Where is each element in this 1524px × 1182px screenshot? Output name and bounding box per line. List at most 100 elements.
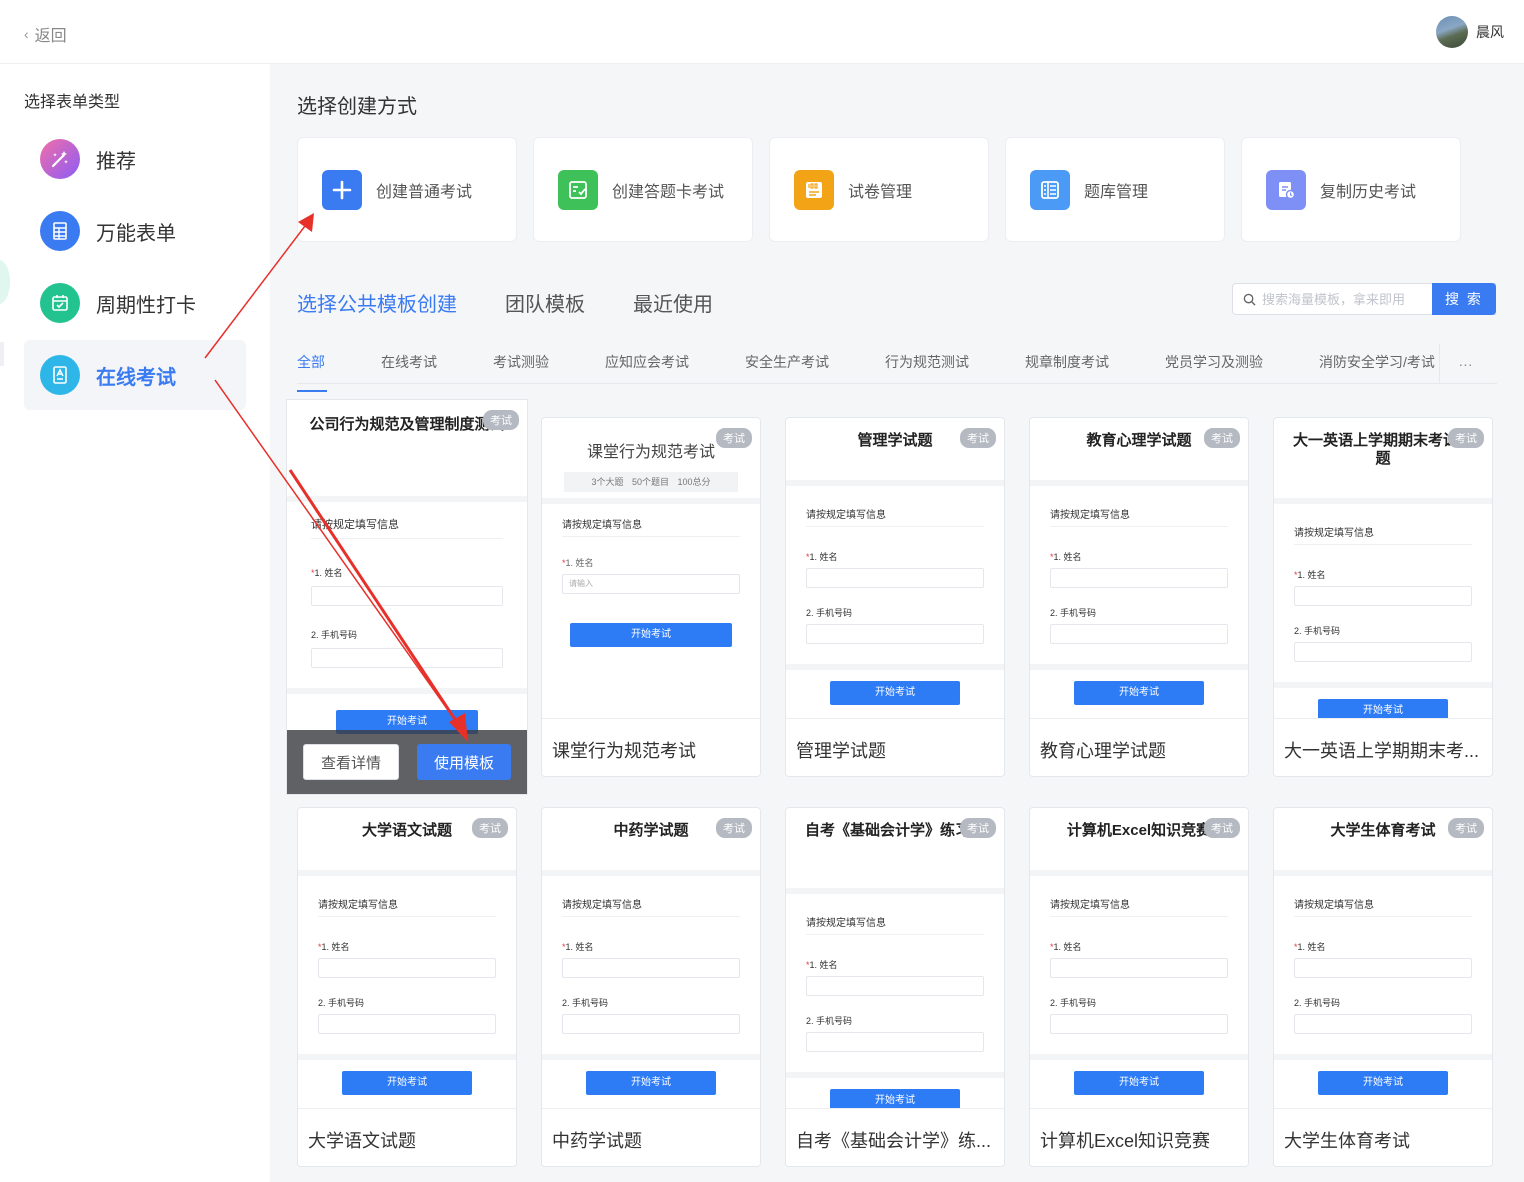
- preview-divider: [542, 498, 760, 504]
- chevron-left-icon: ‹: [24, 26, 29, 42]
- template-card[interactable]: 管理学试题 考试 请按规定填写信息 *1. 姓名 2. 手机号码 开始考试 管理…: [785, 417, 1005, 777]
- preview-field-phone: 2. 手机号码: [311, 630, 358, 640]
- preview-start-button: 开始考试: [342, 1071, 472, 1095]
- create-normal-exam-card[interactable]: 创建普通考试: [297, 137, 517, 242]
- preview-input: [562, 958, 740, 978]
- hover-action-bar: 查看详情 使用模板: [287, 730, 527, 794]
- sidebar-item-universal-form[interactable]: 万能表单: [24, 196, 246, 266]
- back-button[interactable]: ‹ 返回: [24, 22, 67, 46]
- template-preview: 教育心理学试题 考试 请按规定填写信息 *1. 姓名 2. 手机号码 开始考试: [1030, 418, 1248, 718]
- preview-info-title: 请按规定填写信息: [318, 900, 398, 911]
- preview-divider: [1030, 480, 1248, 486]
- preview-input: [1050, 1014, 1228, 1034]
- preview-field-name: *1. 姓名: [562, 556, 594, 569]
- template-card[interactable]: 大一英语上学期期末考试试题 考试 请按规定填写信息 *1. 姓名 2. 手机号码…: [1273, 417, 1493, 777]
- copy-history-exam-card[interactable]: 复制历史考试: [1241, 137, 1461, 242]
- question-bank-card[interactable]: 题库管理: [1005, 137, 1225, 242]
- template-card[interactable]: 课堂行为规范考试 考试 3个大题 50个题目 100总分 请按规定填写信息 *1…: [541, 417, 761, 777]
- template-preview: 计算机Excel知识竞赛 考试 请按规定填写信息 *1. 姓名 2. 手机号码 …: [1030, 808, 1248, 1108]
- use-template-button[interactable]: 使用模板: [417, 744, 512, 780]
- avatar[interactable]: [1436, 16, 1468, 48]
- preview-divider: [1294, 916, 1472, 917]
- template-card[interactable]: 中药学试题 考试 请按规定填写信息 *1. 姓名 2. 手机号码 开始考试 中药…: [541, 807, 761, 1167]
- sidebar-item-label: 推荐: [96, 150, 136, 173]
- preview-info-title: 请按规定填写信息: [562, 520, 642, 531]
- preview-field-name: *1. 姓名: [1294, 568, 1326, 581]
- preview-field-name: *1. 姓名: [806, 958, 838, 971]
- field-label: 1. 姓名: [321, 942, 350, 952]
- preview-divider: [542, 1054, 760, 1060]
- category-behavior-norms[interactable]: 行为规范测试: [885, 352, 969, 372]
- top-bar: ‹ 返回 晨风: [0, 0, 1524, 64]
- template-card[interactable]: 大学生体育考试 考试 请按规定填写信息 *1. 姓名 2. 手机号码 开始考试 …: [1273, 807, 1493, 1167]
- preview-divider: [806, 934, 984, 935]
- category-quiz[interactable]: 考试测验: [493, 352, 549, 372]
- preview-input: [311, 648, 503, 668]
- tab-team-templates[interactable]: 团队模板: [505, 288, 585, 317]
- exam-badge: 考试: [483, 410, 519, 430]
- sidebar-item-periodic-checkin[interactable]: 周期性打卡: [24, 268, 246, 338]
- sidebar-item-online-exam[interactable]: 在线考试: [24, 340, 246, 410]
- category-rules[interactable]: 规章制度考试: [1025, 352, 1109, 372]
- create-answer-sheet-exam-card[interactable]: 创建答题卡考试: [533, 137, 753, 242]
- spreadsheet-icon: [40, 211, 80, 251]
- template-name: 自考《基础会计学》练...: [786, 1108, 1004, 1166]
- field-label: 1. 姓名: [1053, 552, 1082, 562]
- tab-public-templates[interactable]: 选择公共模板创建: [297, 288, 457, 317]
- preview-divider: [562, 536, 740, 537]
- template-name: 课堂行为规范考试: [542, 718, 760, 776]
- preview-input: [1294, 958, 1472, 978]
- preview-divider: [806, 526, 984, 527]
- preview-input: [1294, 586, 1472, 606]
- preview-divider: [1294, 544, 1472, 545]
- sidebar-item-recommend[interactable]: 推荐: [24, 124, 246, 194]
- back-label: 返回: [34, 28, 67, 45]
- magic-wand-icon: [40, 139, 80, 179]
- paper-management-card[interactable]: 试卷管理: [769, 137, 989, 242]
- category-all[interactable]: 全部: [297, 352, 327, 392]
- preview-input: [318, 1014, 496, 1034]
- template-card-hovered[interactable]: 公司行为规范及管理制度测试 考试 请按规定填写信息 *1. 姓名 2. 手机号码…: [286, 399, 528, 795]
- template-card[interactable]: 教育心理学试题 考试 请按规定填写信息 *1. 姓名 2. 手机号码 开始考试 …: [1029, 417, 1249, 777]
- create-card-label: 复制历史考试: [1320, 183, 1417, 201]
- search-button[interactable]: 搜 索: [1432, 283, 1496, 315]
- preview-info-title: 请按规定填写信息: [1294, 900, 1374, 911]
- user-name: 晨风: [1476, 24, 1504, 40]
- template-preview: 大一英语上学期期末考试试题 考试 请按规定填写信息 *1. 姓名 2. 手机号码…: [1274, 418, 1492, 718]
- category-safety-production[interactable]: 安全生产考试: [745, 352, 829, 372]
- create-section-title: 选择创建方式: [297, 96, 417, 118]
- preview-info-title: 请按规定填写信息: [311, 519, 399, 531]
- template-name: 管理学试题: [786, 718, 1004, 776]
- template-card[interactable]: 大学语文试题 考试 请按规定填写信息 *1. 姓名 2. 手机号码 开始考试 大…: [297, 807, 517, 1167]
- preview-field-name: *1. 姓名: [1050, 550, 1082, 563]
- category-party-study[interactable]: 党员学习及测验: [1165, 352, 1263, 372]
- preview-divider: [786, 480, 1004, 486]
- category-fire-safety[interactable]: 消防安全学习/考试: [1319, 352, 1435, 372]
- more-categories-button[interactable]: ···: [1439, 344, 1491, 384]
- sidebar: 选择表单类型 推荐 万能表单 周期性打卡 在线考试: [0, 64, 270, 1182]
- view-details-button[interactable]: 查看详情: [302, 744, 399, 780]
- copy-history-icon: [1266, 169, 1306, 210]
- preview-field-phone: 2. 手机号码: [562, 998, 609, 1008]
- template-card[interactable]: 计算机Excel知识竞赛 考试 请按规定填写信息 *1. 姓名 2. 手机号码 …: [1029, 807, 1249, 1167]
- search-icon: [1243, 293, 1256, 306]
- preview-divider: [786, 1072, 1004, 1078]
- preview-divider: [1030, 870, 1248, 876]
- user-menu[interactable]: 晨风: [1436, 16, 1504, 48]
- preview-info-title: 请按规定填写信息: [806, 918, 886, 929]
- question-bank-icon: [1030, 169, 1070, 210]
- category-online-exam[interactable]: 在线考试: [381, 352, 437, 372]
- field-label: 1. 姓名: [809, 960, 838, 970]
- preview-info-title: 请按规定填写信息: [1050, 900, 1130, 911]
- preview-start-button: 开始考试: [1074, 681, 1204, 705]
- preview-field-name: *1. 姓名: [806, 550, 838, 563]
- sidebar-item-label: 周期性打卡: [96, 294, 196, 317]
- exam-badge: 考试: [1204, 428, 1240, 448]
- app-root: ‹ 返回 晨风 选择表单类型 推荐 万能表单 周期性打卡 在线考试 选择创建方式…: [0, 0, 1524, 1182]
- tab-recent[interactable]: 最近使用: [633, 288, 713, 317]
- template-card[interactable]: 自考《基础会计学》练习题 考试 请按规定填写信息 *1. 姓名 2. 手机号码 …: [785, 807, 1005, 1167]
- main-panel: 选择创建方式 创建普通考试 创建答题卡考试 试卷管理 题库管理 复制历史考试 选…: [270, 64, 1524, 1182]
- preview-input: [311, 586, 503, 606]
- category-must-know[interactable]: 应知应会考试: [605, 352, 689, 372]
- field-label: 1. 姓名: [809, 552, 838, 562]
